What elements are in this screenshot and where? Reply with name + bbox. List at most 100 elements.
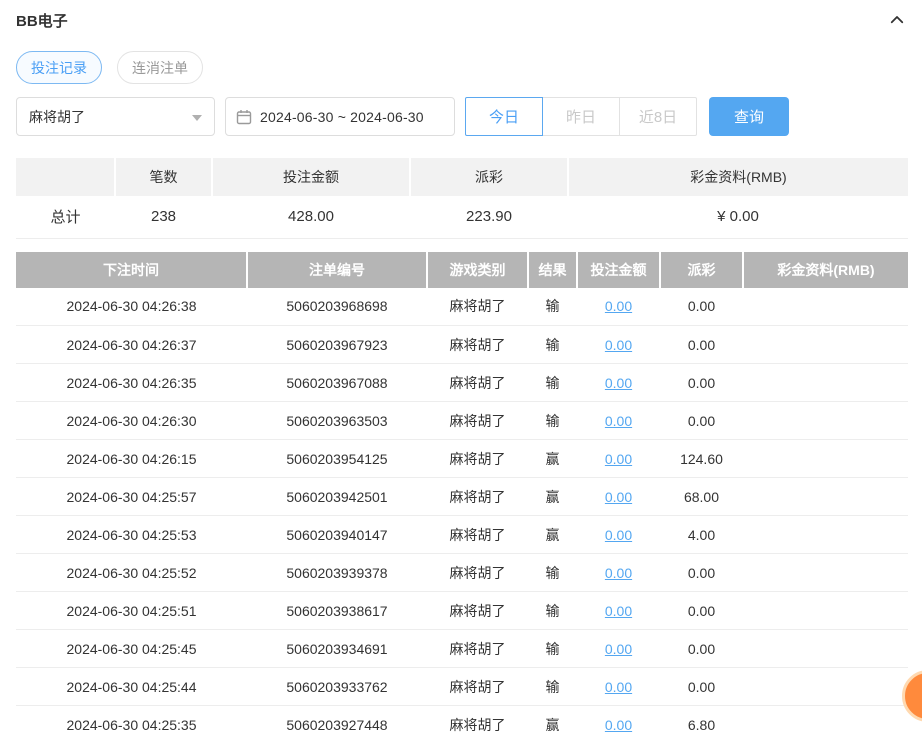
payout-cell: 0.00: [660, 363, 743, 402]
payout-cell: 0.00: [660, 287, 743, 326]
bet-cell: 0.00: [577, 629, 660, 668]
time-cell: 2024-06-30 04:25:52: [16, 553, 247, 592]
bonus-cell: [743, 401, 908, 440]
bet-amount-link[interactable]: 0.00: [605, 337, 632, 353]
time-cell: 2024-06-30 04:25:53: [16, 515, 247, 554]
bonus-cell: [743, 667, 908, 706]
payout-cell: 6.80: [660, 705, 743, 734]
tab-label: 投注记录: [31, 59, 87, 76]
table-header-cell: 派彩: [660, 251, 744, 288]
summary-header-cell: 彩金资料(RMB): [568, 158, 908, 196]
summary-header-cell: 派彩: [410, 158, 569, 196]
game-cell: 麻将胡了: [427, 515, 528, 554]
bet-cell: 0.00: [577, 325, 660, 364]
time-cell: 2024-06-30 04:26:38: [16, 287, 247, 326]
table-row: 2024-06-30 04:26:35 5060203967088 麻将胡了输 0.0…: [16, 363, 908, 402]
bet-amount-link[interactable]: 0.00: [605, 489, 632, 505]
bet-amount-link[interactable]: 0.00: [605, 717, 632, 733]
bet-amount-link[interactable]: 0.00: [605, 527, 632, 543]
summary-total-cell: 223.90: [410, 196, 568, 239]
bet-amount-link[interactable]: 0.00: [605, 451, 632, 467]
tab-cancelled-orders[interactable]: 连消注单: [117, 51, 203, 84]
result-cell: 输: [528, 553, 577, 592]
bet-cell: 0.00: [577, 477, 660, 516]
page-title: BB电子: [16, 12, 68, 30]
bet-cell: 0.00: [577, 363, 660, 402]
bet-records-panel: BB电子 投注记录 连消注单 麻将胡了 2024-06-30 ~ 2024-06…: [0, 0, 922, 734]
search-button[interactable]: 查询: [709, 97, 789, 136]
table-row: 2024-06-30 04:26:38 5060203968698 麻将胡了输 0.0…: [16, 287, 908, 326]
today-button[interactable]: 今日: [465, 97, 543, 136]
time-cell: 2024-06-30 04:25:57: [16, 477, 247, 516]
game-cell: 麻将胡了: [427, 439, 528, 478]
bet-amount-link[interactable]: 0.00: [605, 298, 632, 314]
yesterday-button[interactable]: 昨日: [542, 97, 620, 136]
result-cell: 输: [528, 401, 577, 440]
order-cell: 5060203940147: [247, 515, 427, 554]
table-header-cell: 投注金额: [577, 251, 661, 288]
result-cell: 输: [528, 667, 577, 706]
tab-bar: 投注记录 连消注单: [16, 51, 908, 84]
collapse-panel-button[interactable]: [886, 9, 908, 31]
time-cell: 2024-06-30 04:25:45: [16, 629, 247, 668]
bonus-cell: [743, 287, 908, 326]
order-cell: 5060203942501: [247, 477, 427, 516]
order-cell: 5060203933762: [247, 667, 427, 706]
bet-amount-link[interactable]: 0.00: [605, 413, 632, 429]
table-row: 2024-06-30 04:25:52 5060203939378 麻将胡了输 0.0…: [16, 553, 908, 592]
bet-amount-link[interactable]: 0.00: [605, 565, 632, 581]
bet-cell: 0.00: [577, 591, 660, 630]
payout-cell: 0.00: [660, 553, 743, 592]
bet-cell: 0.00: [577, 439, 660, 478]
bonus-cell: [743, 591, 908, 630]
tab-label: 连消注单: [132, 59, 188, 76]
table-header-cell: 结果: [528, 251, 578, 288]
date-range-picker[interactable]: 2024-06-30 ~ 2024-06-30: [225, 97, 455, 136]
bet-amount-link[interactable]: 0.00: [605, 603, 632, 619]
chevron-up-icon: [890, 16, 904, 24]
summary-header-cell: [16, 158, 116, 196]
bonus-cell: [743, 515, 908, 554]
table-row: 2024-06-30 04:25:57 5060203942501 麻将胡了赢 0.0…: [16, 477, 908, 516]
bet-amount-link[interactable]: 0.00: [605, 375, 632, 391]
order-cell: 5060203963503: [247, 401, 427, 440]
chevron-down-icon: [192, 115, 202, 121]
time-cell: 2024-06-30 04:25:51: [16, 591, 247, 630]
bonus-cell: [743, 629, 908, 668]
bonus-cell: [743, 553, 908, 592]
payout-cell: 68.00: [660, 477, 743, 516]
date-range-value: 2024-06-30 ~ 2024-06-30: [260, 108, 424, 125]
summary-total-cell: 238: [115, 196, 212, 239]
game-select[interactable]: 麻将胡了: [16, 97, 215, 136]
bet-cell: 0.00: [577, 287, 660, 326]
table-row: 2024-06-30 04:25:45 5060203934691 麻将胡了输 0.0…: [16, 629, 908, 668]
table-header-cell: 下注时间: [16, 251, 248, 288]
tab-bet-records[interactable]: 投注记录: [16, 51, 102, 84]
bonus-cell: [743, 363, 908, 402]
bonus-cell: [743, 325, 908, 364]
payout-cell: 0.00: [660, 591, 743, 630]
game-cell: 麻将胡了: [427, 629, 528, 668]
bet-amount-link[interactable]: 0.00: [605, 679, 632, 695]
bonus-cell: [743, 705, 908, 734]
order-cell: 5060203938617: [247, 591, 427, 630]
time-cell: 2024-06-30 04:26:30: [16, 401, 247, 440]
bet-cell: 0.00: [577, 705, 660, 734]
order-cell: 5060203968698: [247, 287, 427, 326]
table-body: 2024-06-30 04:26:38 5060203968698 麻将胡了输 0.0…: [16, 287, 908, 734]
panel-header: BB电子: [16, 0, 908, 37]
bet-amount-link[interactable]: 0.00: [605, 641, 632, 657]
result-cell: 赢: [528, 515, 577, 554]
table-header-cell: 游戏类别: [427, 251, 529, 288]
time-cell: 2024-06-30 04:26:35: [16, 363, 247, 402]
result-cell: 赢: [528, 439, 577, 478]
summary-header-row: 笔数 投注金额 派彩 彩金资料(RMB): [16, 158, 908, 196]
table-row: 2024-06-30 04:26:37 5060203967923 麻将胡了输 0.0…: [16, 325, 908, 364]
summary-total-cell: 428.00: [212, 196, 410, 239]
game-cell: 麻将胡了: [427, 477, 528, 516]
bet-cell: 0.00: [577, 515, 660, 554]
result-cell: 输: [528, 287, 577, 326]
game-cell: 麻将胡了: [427, 553, 528, 592]
time-cell: 2024-06-30 04:26:37: [16, 325, 247, 364]
last-8-days-button[interactable]: 近8日: [619, 97, 697, 136]
